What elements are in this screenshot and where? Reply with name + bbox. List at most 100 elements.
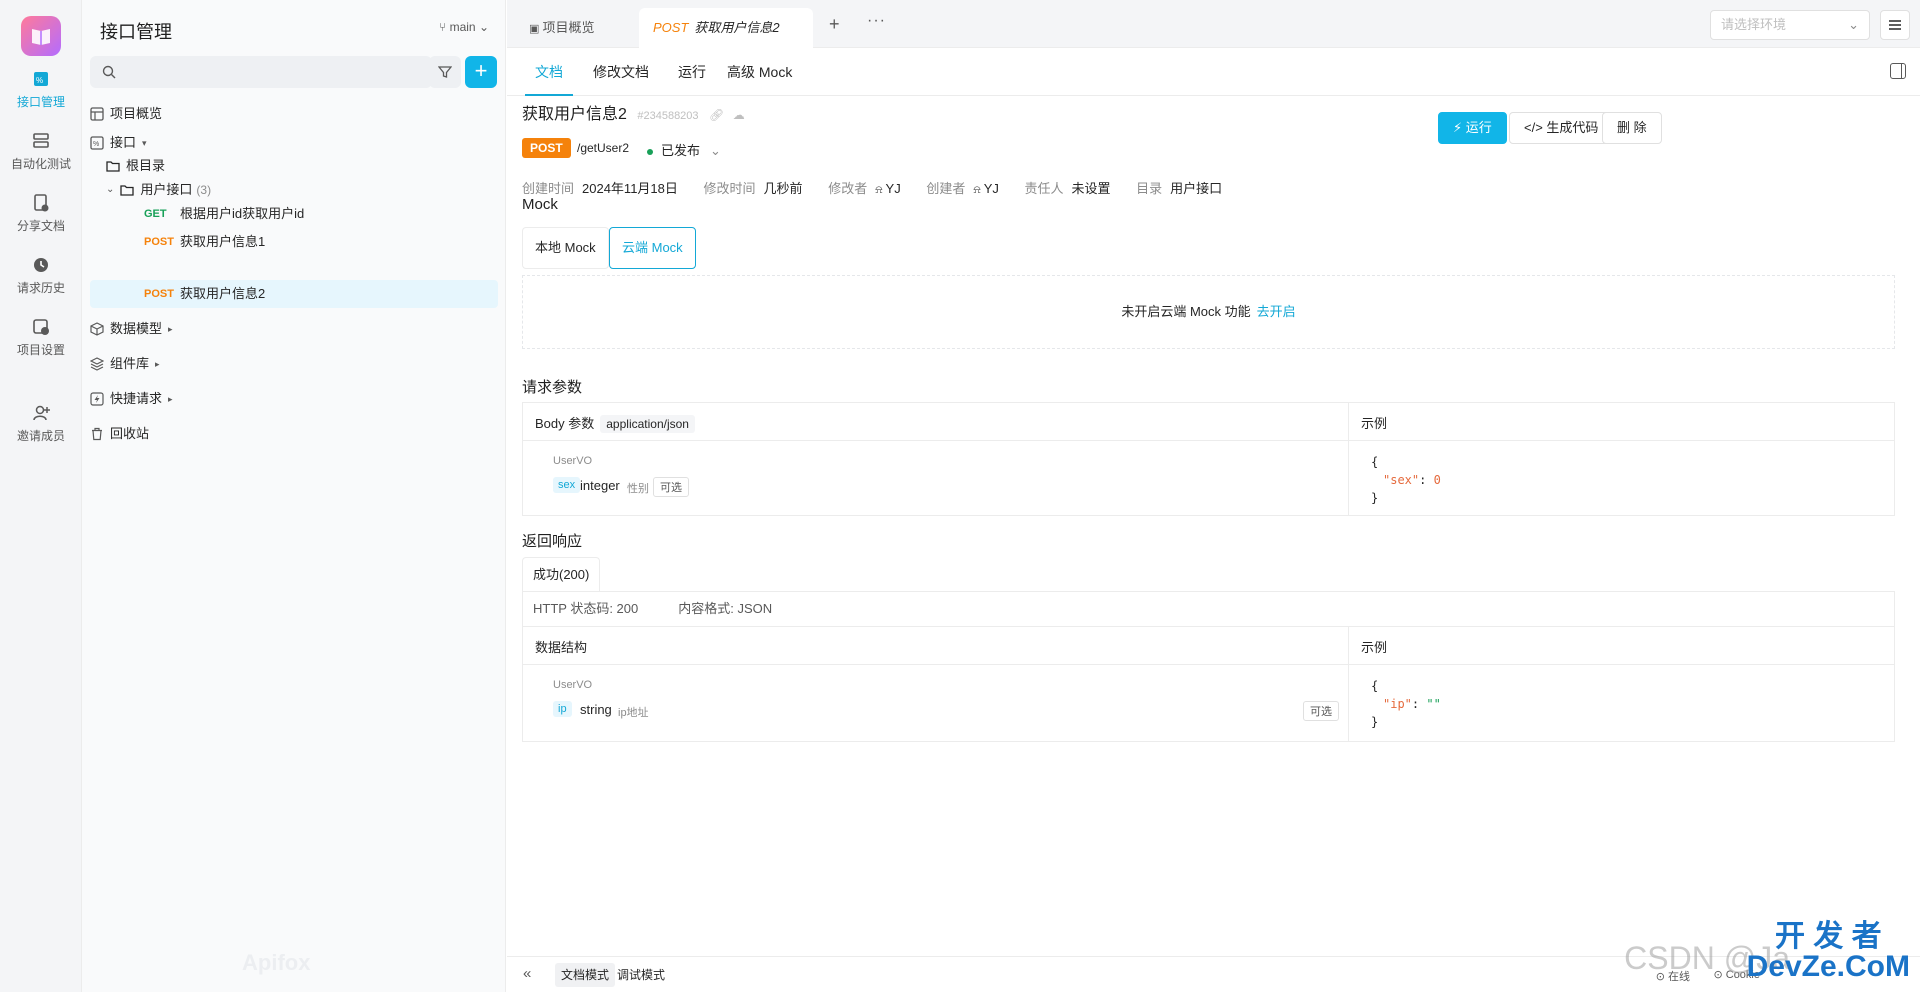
window-tabbar: ▣ 项目概览 POST 获取用户信息2 + ··· 请选择环境 ⌄ (507, 0, 1920, 48)
status-dot (647, 148, 653, 155)
panel-header (523, 627, 1894, 665)
tree-recycle-bin[interactable]: 回收站 (90, 420, 498, 448)
tab-active-api[interactable]: POST 获取用户信息2 (639, 8, 813, 48)
tab-cloud-mock[interactable]: 云端 Mock (609, 227, 696, 269)
rail-label: 请求历史 (16, 281, 65, 295)
generate-code-button[interactable]: </> 生成代码 (1509, 112, 1614, 144)
rail-api-management[interactable]: % 接口管理 (0, 68, 82, 110)
user-icon: ⍾ (875, 184, 886, 196)
panel-header (523, 403, 1894, 441)
branch-selector[interactable]: ⑂ main ⌄ (439, 20, 489, 34)
caret-right-icon: ▸ (168, 324, 173, 334)
hamburger-icon (1889, 20, 1901, 30)
meta-key: 修改时间 (703, 181, 756, 196)
field-type: string (580, 702, 612, 717)
tab-doc[interactable]: 文档 (525, 48, 573, 96)
optional-tag: 可选 (1303, 701, 1339, 721)
api-name: 获取用户信息2 (522, 106, 627, 123)
tab-method: POST (653, 20, 689, 35)
share-doc-icon (34, 194, 49, 212)
double-chevron-left-icon: « (523, 965, 532, 982)
meta-key: 创建者 (926, 181, 966, 196)
search-input[interactable] (90, 56, 432, 88)
more-tabs-button[interactable]: ··· (867, 12, 886, 30)
api-path: /getUser2 (577, 141, 630, 155)
rail-project-settings[interactable]: 项目设置 (0, 316, 82, 358)
tree-api-item-selected[interactable]: POST 获取用户信息2 (90, 280, 498, 308)
tree-api-item[interactable]: POST 获取用户信息1 (90, 228, 498, 256)
tab-project-overview[interactable]: ▣ 项目概览 (515, 8, 608, 48)
json-value: 0 (1433, 473, 1441, 487)
tab-local-mock[interactable]: 本地 Mock (522, 227, 609, 269)
api-title: 获取用户信息2 #234588203 🔗︎ ☁︎ (522, 100, 745, 124)
meta-value: 未设置 (1071, 181, 1111, 196)
plus-icon: + (474, 58, 488, 83)
rail-share-docs[interactable]: 分享文档 (0, 192, 82, 234)
lightning-icon (90, 392, 104, 406)
svg-text:%: % (36, 76, 43, 85)
debug-mode-button[interactable]: 调试模式 (611, 963, 671, 987)
tab-label: 项目概览 (542, 20, 595, 35)
rail-request-history[interactable]: 请求历史 (0, 254, 82, 296)
tree-components[interactable]: 组件库 ▸ (90, 350, 498, 378)
status-label: 已发布 (661, 143, 701, 158)
code-line: { (1371, 455, 1379, 469)
tree-data-models[interactable]: 数据模型 ▸ (90, 315, 498, 343)
tab-advanced-mock[interactable]: 高级 Mock (717, 48, 802, 96)
api-label: 获取用户信息1 (180, 234, 266, 249)
tree-api-item[interactable]: GET 根据用户id获取用户id (90, 200, 498, 228)
meta-key: 修改者 (828, 181, 868, 196)
code-line: "ip": "" (1371, 695, 1441, 713)
devze-watermark-top: 开 发 者 (1774, 920, 1882, 953)
delete-button[interactable]: 删 除 (1602, 112, 1662, 144)
user-icon: ⍾ (973, 184, 984, 196)
json-colon: : (1419, 473, 1434, 487)
menu-button[interactable] (1880, 10, 1910, 40)
svg-text:%: % (93, 141, 99, 148)
example-header: 示例 (1361, 416, 1388, 431)
folder-icon (106, 161, 120, 172)
rail-label: 自动化测试 (10, 157, 71, 171)
tree-project-overview[interactable]: 项目概览 (90, 100, 498, 128)
cloud-icon[interactable]: ☁︎ (733, 108, 745, 122)
environment-select[interactable]: 请选择环境 ⌄ (1710, 10, 1870, 40)
nav-rail: % 接口管理 自动化测试 分享文档 请求历史 项目设置 邀请成员 (0, 0, 82, 992)
add-button[interactable]: + (465, 56, 497, 88)
gen-label: 生成代码 (1546, 120, 1599, 135)
doc-mode-button[interactable]: 文档模式 (555, 963, 616, 987)
history-icon (34, 258, 48, 272)
tree-label: 回收站 (110, 426, 150, 441)
collapse-sidebar-button[interactable]: « (523, 965, 531, 982)
enable-mock-link[interactable]: 去开启 (1257, 304, 1296, 319)
rail-invite-members[interactable]: 邀请成员 (0, 402, 82, 444)
filter-button[interactable] (429, 56, 461, 88)
tab-run[interactable]: 运行 (668, 48, 716, 96)
run-button[interactable]: ⚡︎ 运行 (1438, 112, 1507, 144)
sidebar-title: 接口管理 (100, 22, 172, 42)
api-label: 获取用户信息2 (180, 286, 266, 301)
meta-value: YJ (885, 181, 901, 196)
meta-key: 目录 (1136, 181, 1163, 196)
tree-quick-requests[interactable]: 快捷请求 ▸ (90, 385, 498, 413)
layout-toggle-icon[interactable] (1890, 63, 1906, 79)
json-key: "sex" (1383, 473, 1420, 487)
layers-icon (90, 357, 104, 371)
api-sidebar: 接口管理 ⑂ main ⌄ + 项目概览 % 接口 ▾ 根目录 ⌄ 用户接口 (… (82, 0, 506, 992)
devze-watermark-bottom: DevZe.CoM (1746, 950, 1910, 983)
new-tab-button[interactable]: + (829, 14, 840, 35)
meta-value: YJ (983, 181, 999, 196)
status-select[interactable]: 已发布 ⌄ (647, 140, 721, 159)
tab-label: 获取用户信息2 (694, 20, 780, 35)
rail-automated-tests[interactable]: 自动化测试 (0, 130, 82, 172)
tab-response-200[interactable]: 成功(200) (522, 557, 601, 591)
api-label: 根据用户id获取用户id (180, 206, 305, 221)
data-structure-header: 数据结构 (535, 640, 588, 655)
link-icon[interactable]: 🔗︎ (709, 108, 724, 122)
tab-edit-doc[interactable]: 修改文档 (583, 48, 659, 96)
response-example-code: { "ip": "" } (1371, 677, 1441, 731)
branch-icon: ⑂ (439, 20, 450, 34)
meta-key: 创建时间 (522, 181, 575, 196)
method-badge: GET (144, 208, 167, 220)
schema-name: UserVO (553, 679, 593, 691)
json-colon: : (1411, 697, 1427, 711)
